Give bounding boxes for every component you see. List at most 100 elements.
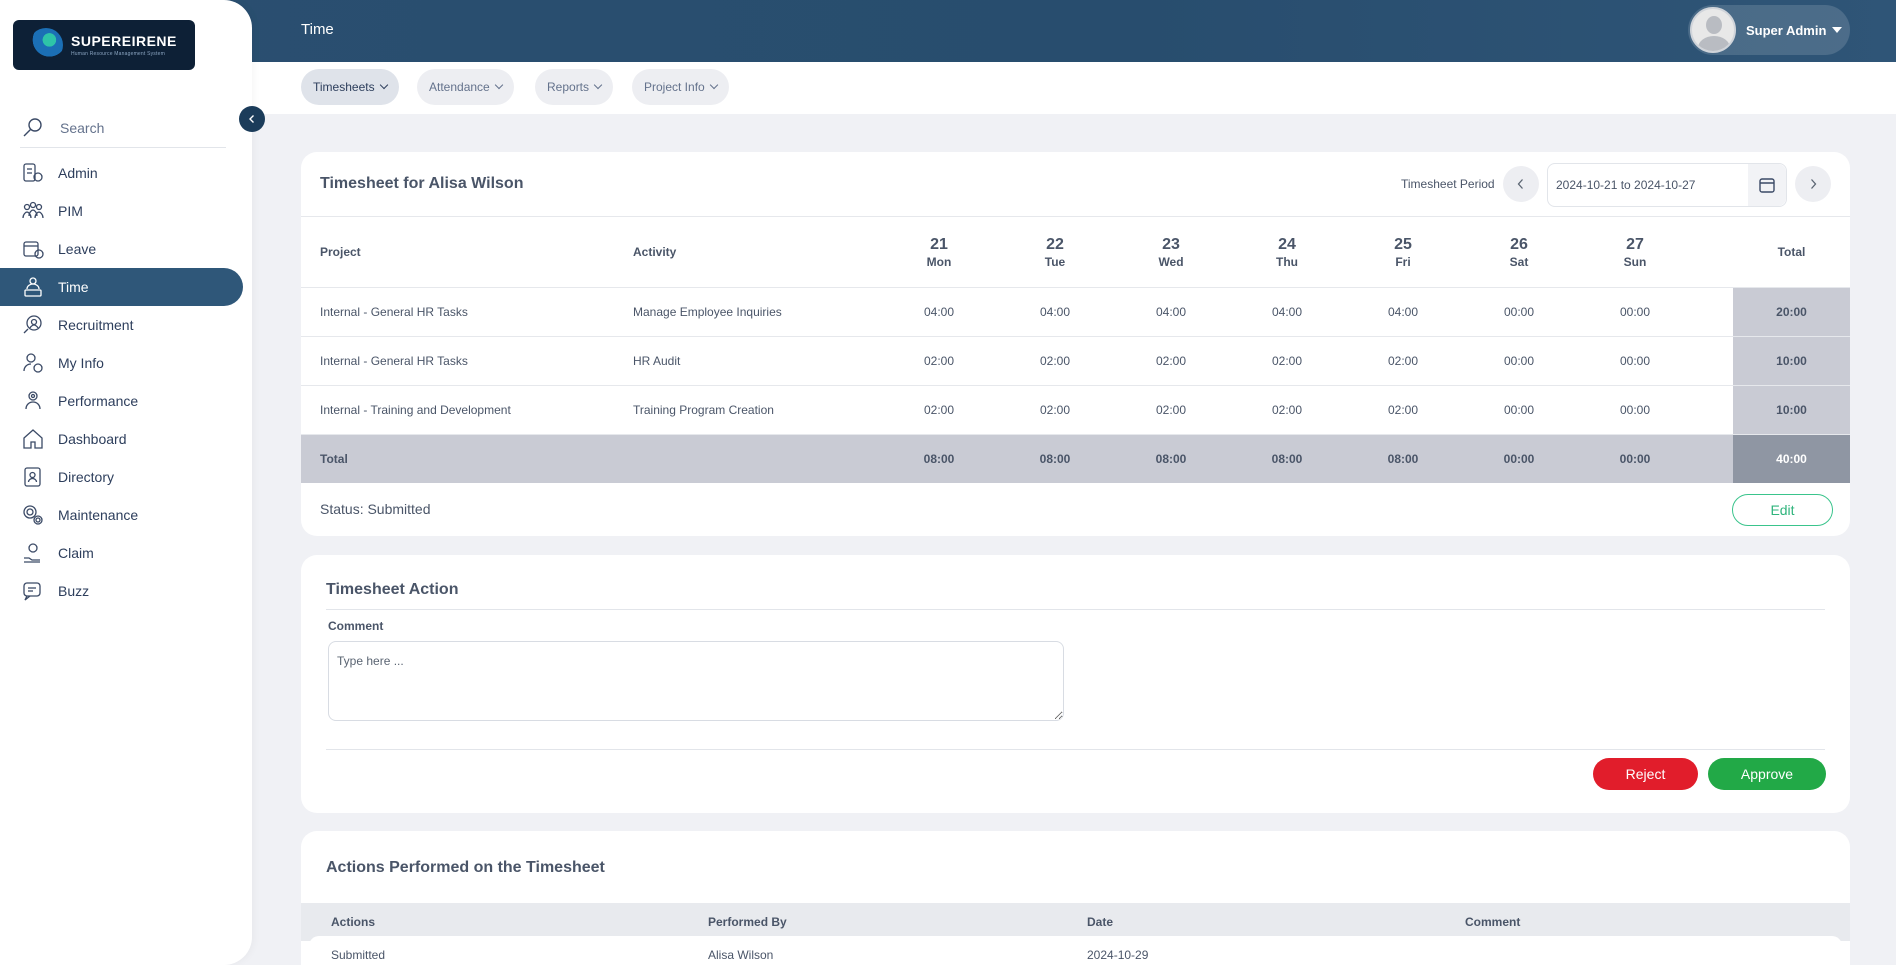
- history-action: Submitted: [331, 948, 386, 962]
- divider: [326, 749, 1825, 750]
- claim-icon: [20, 540, 46, 566]
- hours-cell: 02:00: [1039, 354, 1071, 368]
- sidebar-item-label: Directory: [58, 469, 115, 485]
- tab-reports[interactable]: Reports: [535, 69, 614, 105]
- tab-attendance-label: Attendance: [429, 80, 490, 94]
- logo-name: SUPEREIRENE: [71, 33, 177, 49]
- sidebar: SUPEREIRENE Human Resource Management Sy…: [0, 0, 252, 965]
- row-total-cell: 40:00: [1733, 435, 1850, 483]
- history-performed-by: Alisa Wilson: [708, 948, 774, 962]
- hours-cell: 04:00: [1387, 305, 1419, 319]
- hours-cell: 02:00: [923, 354, 955, 368]
- sidebar-item-label: Dashboard: [58, 431, 127, 447]
- leave-icon: [20, 236, 46, 262]
- sidebar-item-label: My Info: [58, 355, 104, 371]
- hours-cell: 04:00: [1155, 305, 1187, 319]
- chevron-right-icon: [1811, 179, 1817, 189]
- tab-attendance[interactable]: Attendance: [417, 69, 514, 105]
- sidebar-item-claim[interactable]: Claim: [0, 534, 243, 572]
- table-row[interactable]: Submitted Alisa Wilson 2024-10-29: [309, 936, 1842, 965]
- sidebar-item-my-info[interactable]: My Info: [0, 344, 243, 382]
- timesheet-action-card: Timesheet Action Comment Reject Approve: [301, 555, 1850, 813]
- sidebar-search[interactable]: Search: [20, 108, 226, 148]
- sidebar-item-label: Time: [58, 279, 89, 295]
- sidebar-nav: Admin PIM Leave Time Recruitment My Info Perfo…: [0, 154, 252, 610]
- sidebar-item-label: Admin: [58, 165, 98, 181]
- day-date: 22: [1046, 235, 1064, 253]
- approve-button[interactable]: Approve: [1708, 758, 1826, 790]
- sub-navigation: Timesheets Attendance Reports Project In…: [252, 62, 1896, 114]
- user-menu[interactable]: Super Admin: [1688, 5, 1850, 55]
- user-name: Super Admin: [1746, 22, 1827, 38]
- activity-cell: HR Audit: [633, 354, 681, 368]
- row-total-cell: 10:00: [1733, 337, 1850, 385]
- timesheet-status: Status: Submitted: [320, 501, 431, 517]
- tab-project-info-label: Project Info: [644, 80, 705, 94]
- hours-cell: 04:00: [1039, 305, 1071, 319]
- day-date: 25: [1394, 235, 1412, 253]
- day-header: 25 Fri: [1363, 217, 1443, 287]
- comment-label: Comment: [328, 619, 384, 633]
- timesheet-total-row: Total 08:00 08:00 08:00 08:00 08:00 00:00 00:00…: [301, 434, 1850, 483]
- chevron-down-icon: [593, 80, 603, 90]
- tab-timesheets-label: Timesheets: [313, 80, 375, 94]
- admin-icon: [20, 160, 46, 186]
- day-header: 24 Thu: [1247, 217, 1327, 287]
- previous-period-button[interactable]: [1503, 166, 1539, 202]
- sidebar-item-recruitment[interactable]: Recruitment: [0, 306, 243, 344]
- directory-icon: [20, 464, 46, 490]
- logo-mark-icon: [29, 28, 63, 62]
- timesheet-period-input[interactable]: 2024-10-21 to 2024-10-27: [1547, 163, 1787, 207]
- collapse-sidebar-button[interactable]: [239, 106, 265, 132]
- table-row: Internal - Training and Development Train…: [301, 385, 1850, 434]
- avatar[interactable]: [1690, 7, 1736, 53]
- buzz-icon: [20, 578, 46, 604]
- sidebar-item-buzz[interactable]: Buzz: [0, 572, 243, 610]
- hours-cell: 08:00: [1155, 452, 1187, 466]
- chevron-down-icon: [709, 80, 718, 90]
- day-date: 23: [1162, 235, 1180, 253]
- chevron-left-icon: [1517, 179, 1523, 189]
- day-header: 23 Wed: [1131, 217, 1211, 287]
- sidebar-item-leave[interactable]: Leave: [0, 230, 243, 268]
- logo[interactable]: SUPEREIRENE Human Resource Management Sy…: [13, 20, 195, 70]
- comment-textarea[interactable]: [328, 641, 1064, 721]
- sidebar-item-admin[interactable]: Admin: [0, 154, 243, 192]
- calendar-icon[interactable]: [1748, 164, 1786, 206]
- sidebar-item-time[interactable]: Time: [0, 268, 243, 306]
- hours-cell: 00:00: [1619, 452, 1651, 466]
- sidebar-item-label: Recruitment: [58, 317, 134, 333]
- sidebar-item-dashboard[interactable]: Dashboard: [0, 420, 243, 458]
- time-icon: [20, 274, 46, 300]
- timesheet-period-label: Timesheet Period: [1401, 177, 1495, 191]
- project-cell: Internal - General HR Tasks: [320, 305, 468, 319]
- timesheet-header-row: Project Activity 21 Mon 22 Tue 23 Wed 24 Thu 25 F…: [301, 216, 1850, 287]
- tab-timesheets[interactable]: Timesheets: [301, 69, 399, 105]
- edit-button[interactable]: Edit: [1732, 494, 1833, 526]
- chevron-left-icon: [249, 115, 254, 123]
- day-header: 22 Tue: [1015, 217, 1095, 287]
- activity-cell: Manage Employee Inquiries: [633, 305, 782, 319]
- hours-cell: 04:00: [923, 305, 955, 319]
- day-header: 21 Mon: [899, 217, 979, 287]
- sidebar-item-directory[interactable]: Directory: [0, 458, 243, 496]
- pim-icon: [20, 198, 46, 224]
- next-period-button[interactable]: [1795, 166, 1831, 202]
- hours-cell: 02:00: [1271, 403, 1303, 417]
- sidebar-item-label: PIM: [58, 203, 83, 219]
- hours-cell: 00:00: [1503, 354, 1535, 368]
- tab-project-info[interactable]: Project Info: [632, 69, 729, 105]
- timesheet-table: Project Activity 21 Mon 22 Tue 23 Wed 24 Thu 25 F…: [301, 216, 1850, 483]
- day-header: 27 Sun: [1595, 217, 1675, 287]
- actions-history-card: Actions Performed on the Timesheet Actio…: [301, 831, 1850, 965]
- hours-cell: 04:00: [1271, 305, 1303, 319]
- reject-button[interactable]: Reject: [1593, 758, 1698, 790]
- sidebar-item-pim[interactable]: PIM: [0, 192, 243, 230]
- sidebar-item-performance[interactable]: Performance: [0, 382, 243, 420]
- sidebar-item-maintenance[interactable]: Maintenance: [0, 496, 243, 534]
- hours-cell: 00:00: [1503, 305, 1535, 319]
- hours-cell: 00:00: [1619, 305, 1651, 319]
- hours-cell: 00:00: [1503, 403, 1535, 417]
- hours-cell: 00:00: [1503, 452, 1535, 466]
- page-title: Time: [301, 21, 334, 38]
